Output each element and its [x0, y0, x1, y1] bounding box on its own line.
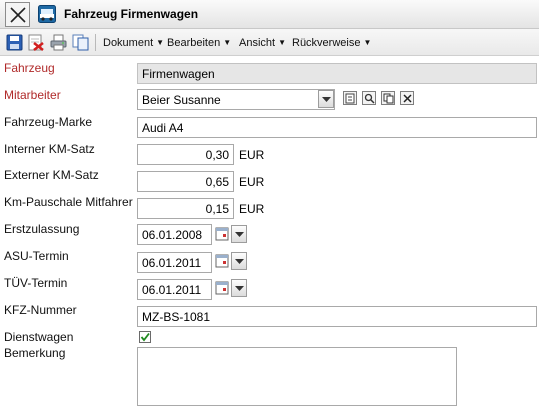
tuev-dropdown-button[interactable]: [231, 279, 247, 297]
copy-icon[interactable]: [72, 34, 89, 51]
menu-dokument[interactable]: Dokument ▼: [103, 37, 164, 49]
menu-bearbeiten[interactable]: Bearbeiten ▼: [167, 37, 231, 49]
dienstwagen-label: Dienstwagen: [4, 330, 74, 344]
km-extern-label: Externer KM-Satz: [4, 168, 99, 182]
km-pauschale-label: Km-Pauschale Mitfahrer: [4, 195, 133, 209]
asu-input[interactable]: 06.01.2011: [137, 252, 212, 273]
marke-input[interactable]: Audi A4: [137, 117, 537, 138]
car-icon: [38, 5, 56, 23]
mitarbeiter-value: Beier Susanne: [142, 93, 221, 107]
asu-dropdown-button[interactable]: [231, 252, 247, 270]
asu-label: ASU-Termin: [4, 249, 69, 263]
km-intern-input[interactable]: 0,30: [137, 144, 234, 165]
mitarbeiter-dropdown-button[interactable]: [318, 90, 334, 108]
copy-record-icon: [383, 93, 394, 104]
close-icon: [10, 7, 26, 23]
new-icon: [345, 93, 355, 104]
chevron-down-icon: [322, 97, 331, 102]
title-bar: Fahrzeug Firmenwagen: [0, 0, 539, 29]
km-intern-unit: EUR: [239, 148, 265, 162]
mitarbeiter-label: Mitarbeiter: [4, 88, 61, 102]
tuev-label: TÜV-Termin: [4, 276, 68, 290]
clear-icon: [403, 94, 412, 103]
calendar-icon[interactable]: [215, 225, 229, 243]
fahrzeug-field: Firmenwagen: [137, 63, 537, 84]
save-icon[interactable]: [6, 34, 23, 51]
calendar-icon[interactable]: [215, 279, 229, 297]
mitarbeiter-select[interactable]: Beier Susanne: [137, 89, 335, 110]
print-icon[interactable]: [50, 34, 67, 51]
bemerkung-label: Bemerkung: [4, 346, 66, 360]
marke-label: Fahrzeug-Marke: [4, 115, 93, 129]
toolbar: Dokument ▼ Bearbeiten ▼ Ansicht ▼ Rückverwe…: [0, 29, 539, 56]
menu-rueckverweise[interactable]: Rückverweise ▼: [292, 37, 371, 49]
km-pauschale-input[interactable]: 0,15: [137, 198, 234, 219]
chevron-down-icon: [235, 259, 244, 264]
bemerkung-textarea[interactable]: [137, 347, 457, 406]
km-pauschale-unit: EUR: [239, 202, 265, 216]
close-button[interactable]: [5, 2, 30, 27]
menu-ansicht[interactable]: Ansicht ▼: [239, 37, 286, 49]
fahrzeug-label: Fahrzeug: [4, 61, 55, 75]
search-button[interactable]: [362, 91, 376, 105]
km-extern-input[interactable]: 0,65: [137, 171, 234, 192]
checkbox-checked-icon: [140, 332, 150, 342]
km-extern-unit: EUR: [239, 175, 265, 189]
search-icon: [364, 93, 375, 104]
erstzulassung-dropdown-button[interactable]: [231, 225, 247, 243]
toolbar-separator: [95, 34, 96, 51]
erstzulassung-label: Erstzulassung: [4, 222, 80, 236]
dienstwagen-checkbox[interactable]: [139, 331, 151, 343]
window-title: Fahrzeug Firmenwagen: [64, 7, 199, 21]
chevron-down-icon: [235, 286, 244, 291]
calendar-icon[interactable]: [215, 252, 229, 270]
erstzulassung-input[interactable]: 06.01.2008: [137, 224, 212, 245]
tuev-input[interactable]: 06.01.2011: [137, 279, 212, 300]
new-button[interactable]: [343, 91, 357, 105]
chevron-down-icon: [235, 232, 244, 237]
kfz-label: KFZ-Nummer: [4, 303, 77, 317]
kfz-input[interactable]: MZ-BS-1081: [137, 306, 537, 327]
clear-button[interactable]: [400, 91, 414, 105]
km-intern-label: Interner KM-Satz: [4, 142, 95, 156]
copy-record-button[interactable]: [381, 91, 395, 105]
delete-icon[interactable]: [27, 34, 44, 51]
